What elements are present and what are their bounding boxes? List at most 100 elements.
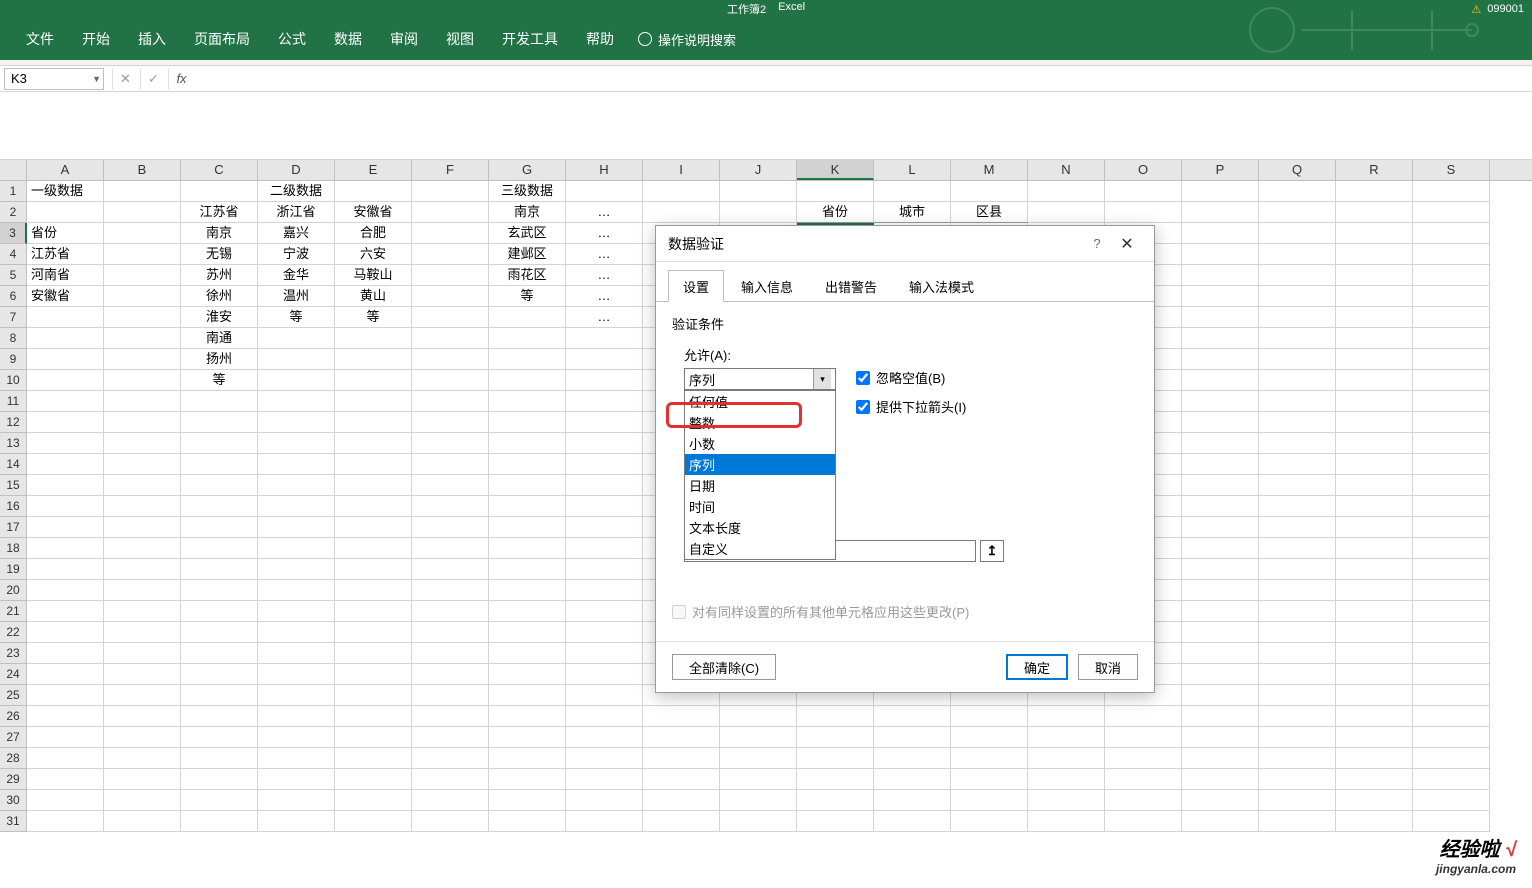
- cell[interactable]: [489, 685, 566, 706]
- cell[interactable]: [412, 496, 489, 517]
- cell[interactable]: 合肥: [335, 223, 412, 244]
- cell[interactable]: [27, 412, 104, 433]
- row-header[interactable]: 21: [0, 601, 27, 622]
- cell[interactable]: 安徽省: [335, 202, 412, 223]
- cell[interactable]: [27, 811, 104, 832]
- cell[interactable]: [27, 538, 104, 559]
- cell[interactable]: [489, 412, 566, 433]
- cell[interactable]: [1259, 706, 1336, 727]
- cell[interactable]: [335, 811, 412, 832]
- tab-ime-mode[interactable]: 输入法模式: [894, 270, 989, 302]
- cell[interactable]: [104, 286, 181, 307]
- cell[interactable]: [489, 790, 566, 811]
- cell[interactable]: [335, 496, 412, 517]
- cell[interactable]: [258, 475, 335, 496]
- row-header[interactable]: 17: [0, 517, 27, 538]
- cell[interactable]: [489, 454, 566, 475]
- cell[interactable]: 二级数据: [258, 181, 335, 202]
- cell[interactable]: [27, 517, 104, 538]
- cell[interactable]: [1336, 601, 1413, 622]
- cell[interactable]: [643, 181, 720, 202]
- cell[interactable]: [1413, 265, 1490, 286]
- cell[interactable]: [104, 391, 181, 412]
- cell[interactable]: [181, 412, 258, 433]
- cell[interactable]: [335, 706, 412, 727]
- col-header[interactable]: L: [874, 160, 951, 180]
- close-icon[interactable]: ✕: [1112, 234, 1142, 254]
- cell[interactable]: 徐州: [181, 286, 258, 307]
- col-header[interactable]: S: [1413, 160, 1490, 180]
- cell[interactable]: [1259, 496, 1336, 517]
- cell[interactable]: [258, 391, 335, 412]
- row-header[interactable]: 27: [0, 727, 27, 748]
- cell[interactable]: [1105, 706, 1182, 727]
- formula-cancel-icon[interactable]: ✕: [112, 68, 138, 90]
- cell[interactable]: [104, 475, 181, 496]
- cell[interactable]: [1105, 790, 1182, 811]
- cell[interactable]: [489, 748, 566, 769]
- combo-option[interactable]: 任何值: [685, 391, 835, 412]
- cell[interactable]: [1182, 685, 1259, 706]
- col-header[interactable]: K: [797, 160, 874, 180]
- cell[interactable]: [1413, 769, 1490, 790]
- cell[interactable]: [951, 706, 1028, 727]
- cell[interactable]: [1336, 517, 1413, 538]
- cell[interactable]: [1259, 475, 1336, 496]
- cell[interactable]: [104, 811, 181, 832]
- cell[interactable]: [181, 580, 258, 601]
- cell[interactable]: [412, 727, 489, 748]
- cell[interactable]: 三级数据: [489, 181, 566, 202]
- cell[interactable]: [181, 622, 258, 643]
- row-header[interactable]: 12: [0, 412, 27, 433]
- cell[interactable]: [335, 664, 412, 685]
- row-header[interactable]: 7: [0, 307, 27, 328]
- cell[interactable]: [566, 790, 643, 811]
- col-header[interactable]: B: [104, 160, 181, 180]
- cell[interactable]: [1259, 370, 1336, 391]
- cell[interactable]: [27, 580, 104, 601]
- cell[interactable]: 雨花区: [489, 265, 566, 286]
- cell[interactable]: [489, 349, 566, 370]
- cell[interactable]: [335, 412, 412, 433]
- cell[interactable]: [1413, 475, 1490, 496]
- combo-option[interactable]: 自定义: [685, 538, 835, 559]
- cell[interactable]: [1182, 664, 1259, 685]
- chevron-down-icon[interactable]: ▼: [92, 74, 101, 84]
- cell[interactable]: [335, 328, 412, 349]
- cell[interactable]: [412, 622, 489, 643]
- cell[interactable]: [1028, 706, 1105, 727]
- cell[interactable]: …: [566, 286, 643, 307]
- cell[interactable]: [1413, 202, 1490, 223]
- cell[interactable]: [412, 748, 489, 769]
- tab-dev[interactable]: 开发工具: [488, 19, 572, 59]
- cell[interactable]: [566, 496, 643, 517]
- cell[interactable]: [1413, 664, 1490, 685]
- cell[interactable]: [104, 181, 181, 202]
- cell[interactable]: 等: [489, 286, 566, 307]
- dialog-help-icon[interactable]: ?: [1082, 236, 1112, 251]
- cell[interactable]: [1413, 286, 1490, 307]
- cell[interactable]: 玄武区: [489, 223, 566, 244]
- cell[interactable]: [797, 727, 874, 748]
- col-header[interactable]: O: [1105, 160, 1182, 180]
- row-header[interactable]: 31: [0, 811, 27, 832]
- cell[interactable]: [1182, 496, 1259, 517]
- cell[interactable]: [104, 244, 181, 265]
- cell[interactable]: [643, 748, 720, 769]
- cell[interactable]: [104, 664, 181, 685]
- cell[interactable]: [1105, 202, 1182, 223]
- tab-input-msg[interactable]: 输入信息: [726, 270, 808, 302]
- row-header[interactable]: 20: [0, 580, 27, 601]
- cell[interactable]: [1336, 643, 1413, 664]
- cell[interactable]: [1336, 391, 1413, 412]
- cell[interactable]: [258, 433, 335, 454]
- cell[interactable]: [104, 370, 181, 391]
- cell[interactable]: [720, 790, 797, 811]
- cell[interactable]: [566, 517, 643, 538]
- cell[interactable]: [412, 223, 489, 244]
- cell[interactable]: 一级数据: [27, 181, 104, 202]
- cell[interactable]: [720, 769, 797, 790]
- cell[interactable]: [1182, 433, 1259, 454]
- cell[interactable]: [258, 685, 335, 706]
- cell[interactable]: [258, 580, 335, 601]
